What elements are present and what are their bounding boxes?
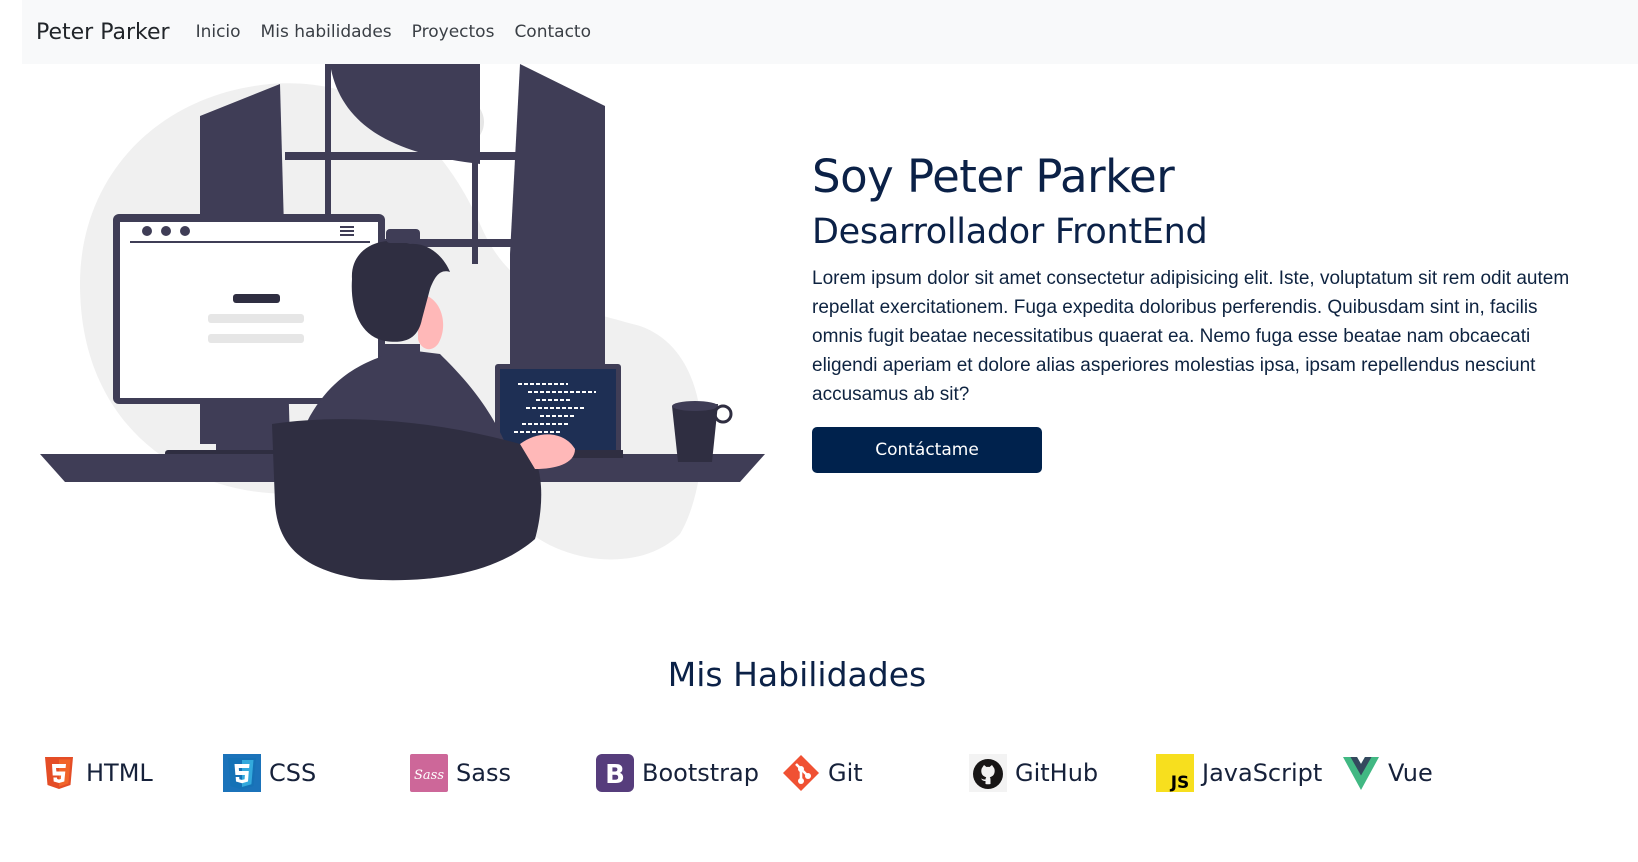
skill-item-css: CSS bbox=[223, 748, 316, 798]
skills-list: HTML CSS Sass Sass B Bootstrap Git GitHu… bbox=[40, 748, 1600, 798]
css3-icon bbox=[223, 754, 261, 792]
skill-label-github: GitHub bbox=[1015, 759, 1099, 787]
svg-text:B: B bbox=[605, 760, 625, 790]
vue-icon bbox=[1343, 757, 1379, 790]
nav-link-contacto[interactable]: Contacto bbox=[514, 22, 591, 42]
skill-item-vue: Vue bbox=[1342, 748, 1433, 798]
skill-item-sass: Sass Sass bbox=[410, 748, 511, 798]
svg-text:Sass: Sass bbox=[414, 768, 444, 783]
nav-link-proyectos[interactable]: Proyectos bbox=[412, 22, 495, 42]
nav-link-inicio[interactable]: Inicio bbox=[196, 22, 241, 42]
javascript-icon: JS bbox=[1156, 754, 1194, 792]
skill-item-html: HTML bbox=[40, 748, 153, 798]
skill-item-github: GitHub bbox=[969, 748, 1098, 798]
navbar: Peter Parker Inicio Mis habilidades Proy… bbox=[22, 0, 1638, 64]
nav-link-habilidades[interactable]: Mis habilidades bbox=[261, 22, 392, 42]
github-icon bbox=[969, 754, 1007, 792]
skill-label-bootstrap: Bootstrap bbox=[642, 759, 759, 787]
skill-label-git: Git bbox=[828, 759, 863, 787]
skill-label-html: HTML bbox=[86, 759, 153, 787]
developer-illustration bbox=[40, 64, 765, 581]
skill-label-css: CSS bbox=[269, 759, 317, 787]
skill-item-git: Git bbox=[782, 748, 863, 798]
bootstrap-icon: B bbox=[596, 754, 634, 792]
hero-description: Lorem ipsum dolor sit amet consectetur a… bbox=[812, 268, 1570, 405]
hero-section: Soy Peter Parker Desarrollador FrontEnd … bbox=[812, 150, 1572, 473]
git-icon bbox=[783, 755, 819, 791]
hero-subtitle: Desarrollador FrontEnd bbox=[812, 212, 1208, 252]
skill-item-bootstrap: B Bootstrap bbox=[596, 748, 759, 798]
sass-icon: Sass bbox=[410, 754, 448, 792]
skill-label-javascript: JavaScript bbox=[1202, 759, 1323, 787]
skills-title: Mis Habilidades bbox=[667, 655, 927, 694]
svg-text:JS: JS bbox=[1170, 773, 1190, 792]
skill-label-sass: Sass bbox=[456, 759, 511, 787]
hero-title: Soy Peter Parker bbox=[812, 150, 1175, 203]
skill-item-javascript: JS JavaScript bbox=[1156, 748, 1322, 798]
nav-links: Inicio Mis habilidades Proyectos Contact… bbox=[186, 22, 601, 42]
html5-icon bbox=[45, 757, 73, 789]
skill-label-vue: Vue bbox=[1388, 759, 1433, 787]
brand-link[interactable]: Peter Parker bbox=[36, 20, 170, 45]
contact-button[interactable]: Contáctame bbox=[812, 427, 1042, 473]
